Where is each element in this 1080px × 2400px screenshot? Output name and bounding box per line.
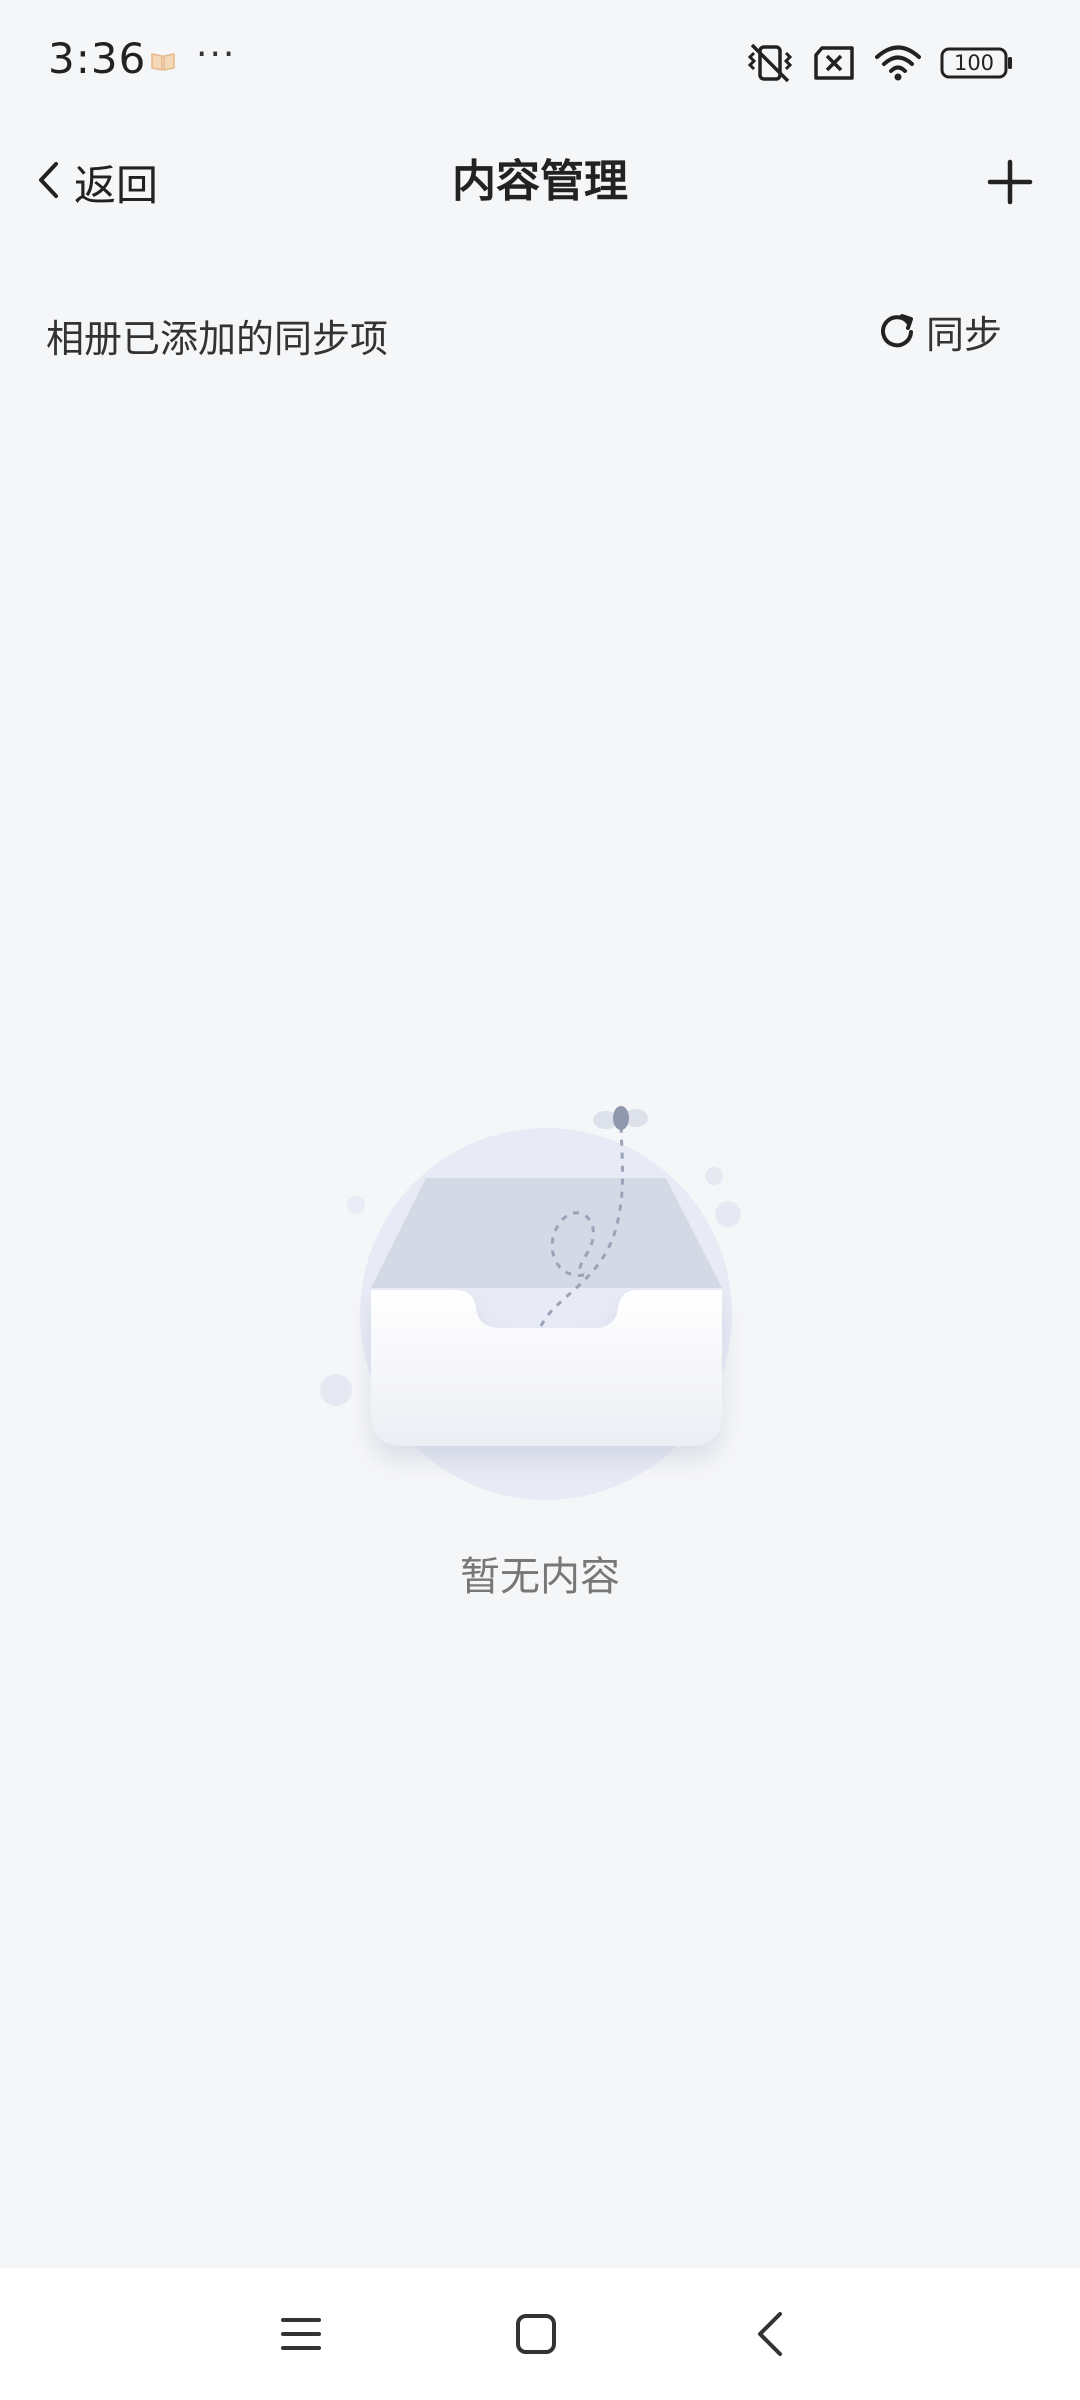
back-icon[interactable] bbox=[736, 2298, 808, 2370]
status-bar: 3:36 ··· 100 bbox=[0, 0, 1080, 130]
plus-icon bbox=[980, 159, 1040, 216]
sim-disabled-icon bbox=[812, 45, 856, 81]
page-title: 内容管理 bbox=[452, 156, 628, 207]
sync-section-header: 相册已添加的同步项 同步 bbox=[0, 296, 1080, 376]
battery-level-text: 100 bbox=[953, 51, 995, 75]
empty-inbox-illustration bbox=[316, 1090, 766, 1530]
app-header: 返回 内容管理 bbox=[0, 130, 1080, 234]
sync-section-title: 相册已添加的同步项 bbox=[46, 317, 389, 361]
mute-vibrate-icon bbox=[746, 41, 794, 85]
status-icons: 100 bbox=[746, 38, 1014, 88]
empty-state-message: 暂无内容 bbox=[460, 1554, 620, 1600]
wifi-icon bbox=[874, 44, 922, 82]
add-button[interactable] bbox=[980, 152, 1040, 212]
home-icon[interactable] bbox=[500, 2298, 572, 2370]
battery-icon: 100 bbox=[940, 46, 1014, 80]
sync-label: 同步 bbox=[925, 313, 1002, 357]
more-notifications-indicator: ··· bbox=[196, 34, 237, 75]
notification-book-icon bbox=[150, 50, 176, 72]
sync-button[interactable]: 同步 bbox=[878, 304, 1002, 359]
refresh-icon bbox=[878, 311, 916, 353]
status-time: 3:36 bbox=[48, 34, 147, 83]
system-nav-bar bbox=[0, 2268, 1080, 2400]
menu-icon[interactable] bbox=[265, 2298, 337, 2370]
